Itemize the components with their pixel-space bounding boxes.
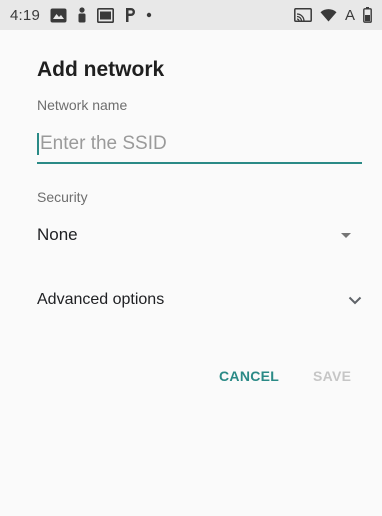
add-network-dialog: Add network Network name Security None A… (0, 30, 382, 516)
status-time: 4:19 (10, 6, 40, 24)
security-label: Security (37, 189, 88, 205)
security-value: None (37, 225, 78, 244)
wifi-icon (320, 8, 337, 22)
person-notification-icon (77, 7, 87, 23)
advanced-options-label: Advanced options (37, 291, 165, 308)
cancel-button[interactable]: CANCEL (219, 368, 279, 384)
text-cursor (37, 133, 39, 155)
dialog-title: Add network (37, 58, 165, 81)
security-dropdown[interactable]: None (37, 220, 355, 250)
cast-icon (294, 8, 312, 22)
save-button[interactable]: SAVE (313, 368, 351, 384)
dropdown-arrow-icon (341, 232, 351, 238)
image-notification-icon (97, 7, 114, 23)
chevron-down-icon (348, 296, 362, 305)
ssid-input[interactable] (40, 128, 358, 160)
network-name-label: Network name (37, 97, 128, 113)
photos-notification-icon (50, 8, 67, 23)
battery-icon (363, 7, 372, 23)
advanced-options-toggle[interactable]: Advanced options (37, 286, 362, 314)
parking-notification-icon (124, 7, 136, 23)
dot-icon (146, 12, 152, 18)
network-type-label: A (344, 6, 355, 24)
status-bar: 4:19 A (0, 0, 382, 30)
ssid-field-underline (37, 128, 362, 164)
